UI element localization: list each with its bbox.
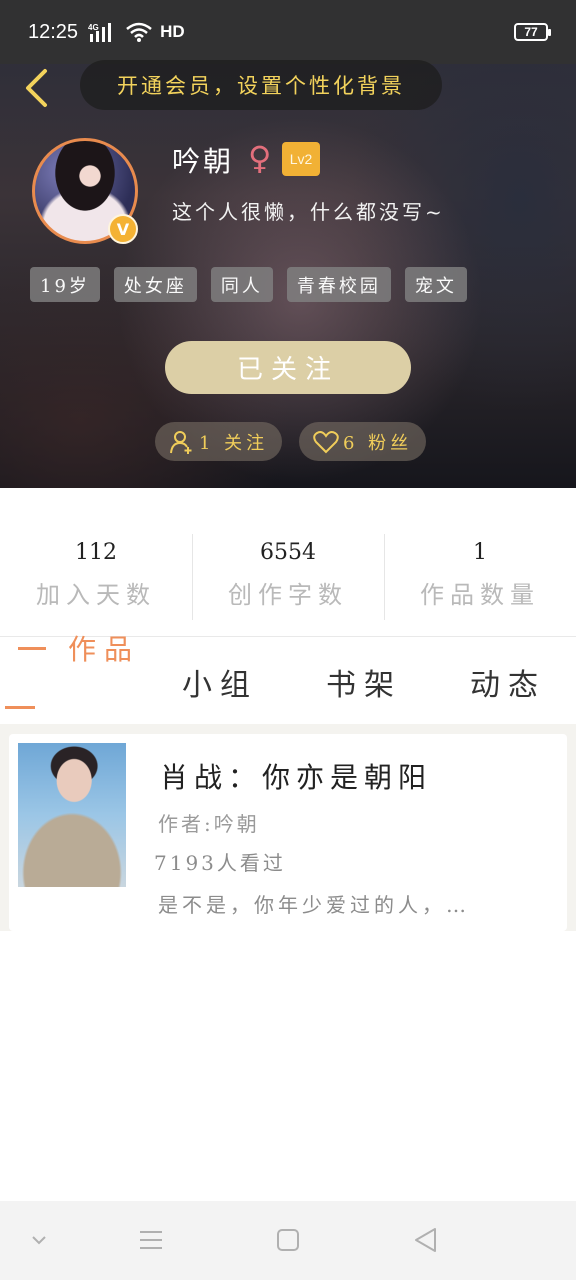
stat-value: 6554 bbox=[260, 540, 316, 565]
user-name: 吟朝 bbox=[172, 145, 235, 178]
status-bar: 12:25 4G HD 77 bbox=[0, 0, 576, 64]
tag-zodiac: 处女座 bbox=[113, 267, 197, 302]
profile-header: 12:25 4G HD 77 开通会员，设置个性化背景 V 吟朝 ♀ Lv2 这… bbox=[0, 0, 576, 488]
tag-age: 19岁 bbox=[30, 267, 100, 302]
status-time: 12:25 bbox=[28, 20, 79, 43]
tab-indicator bbox=[18, 647, 46, 650]
hd-indicator: HD bbox=[160, 22, 185, 41]
tag-list: 19岁 处女座 同人 青春校园 宠文 bbox=[30, 267, 467, 302]
verified-badge-icon: V bbox=[108, 214, 138, 244]
home-button[interactable] bbox=[273, 1220, 303, 1260]
back-button[interactable] bbox=[18, 66, 54, 110]
battery-icon: 77 bbox=[514, 23, 551, 41]
tab-works[interactable]: 作品 bbox=[68, 628, 140, 668]
tab-activity[interactable]: 动态 bbox=[470, 660, 546, 704]
fans-count: 6 粉丝 bbox=[343, 432, 413, 454]
work-summary: 是不是，你年少爱过的人，… bbox=[158, 893, 470, 917]
tab-underline bbox=[5, 706, 35, 709]
svg-text:4G: 4G bbox=[88, 23, 99, 32]
signal-icon: 4G bbox=[88, 23, 112, 42]
collapse-button[interactable] bbox=[24, 1220, 54, 1260]
stat-works-count: 1 作品数量 bbox=[384, 532, 576, 622]
work-views: 7193人看过 bbox=[154, 851, 286, 875]
stat-days-joined: 112 加入天数 bbox=[0, 532, 192, 622]
stat-value: 112 bbox=[75, 540, 117, 565]
stat-label: 加入天数 bbox=[36, 581, 156, 609]
stat-label: 作品数量 bbox=[420, 581, 540, 609]
user-bio: 这个人很懒，什么都没写~ bbox=[172, 200, 445, 224]
female-icon: ♀ bbox=[248, 139, 272, 177]
chevron-left-icon bbox=[26, 69, 47, 107]
triangle-back-icon bbox=[415, 1228, 436, 1252]
tab-bookshelf[interactable]: 书架 bbox=[326, 660, 402, 704]
back-nav-button[interactable] bbox=[410, 1220, 440, 1260]
wifi-icon bbox=[126, 22, 152, 42]
level-badge: Lv2 bbox=[282, 142, 320, 176]
tab-groups[interactable]: 小组 bbox=[182, 660, 258, 704]
tag-genre: 宠文 bbox=[404, 267, 467, 302]
follow-button[interactable]: 已关注 bbox=[165, 341, 411, 394]
status-icons: 4G HD bbox=[88, 22, 185, 42]
stat-value: 1 bbox=[473, 540, 487, 565]
menu-button[interactable] bbox=[136, 1220, 166, 1260]
stat-words-written: 6554 创作字数 bbox=[192, 532, 384, 622]
following-count: 1 关注 bbox=[199, 432, 269, 454]
square-icon bbox=[277, 1229, 299, 1251]
work-title[interactable]: 肖战：你亦是朝阳 bbox=[160, 756, 432, 796]
add-user-icon bbox=[170, 430, 192, 454]
tag-genre: 青春校园 bbox=[286, 267, 391, 302]
work-author: 作者:吟朝 bbox=[158, 812, 260, 836]
chevron-down-icon bbox=[32, 1236, 46, 1245]
menu-icon bbox=[140, 1231, 162, 1249]
stats-row: 112 加入天数 6554 创作字数 1 作品数量 bbox=[0, 532, 576, 622]
work-cover-image[interactable] bbox=[18, 743, 126, 887]
following-button[interactable]: 1 关注 bbox=[155, 422, 283, 461]
tag-genre: 同人 bbox=[210, 267, 273, 302]
heart-icon bbox=[313, 430, 339, 453]
fans-button[interactable]: 6 粉丝 bbox=[299, 422, 427, 461]
stat-label: 创作字数 bbox=[228, 581, 348, 609]
vip-banner[interactable]: 开通会员，设置个性化背景 bbox=[80, 60, 442, 110]
